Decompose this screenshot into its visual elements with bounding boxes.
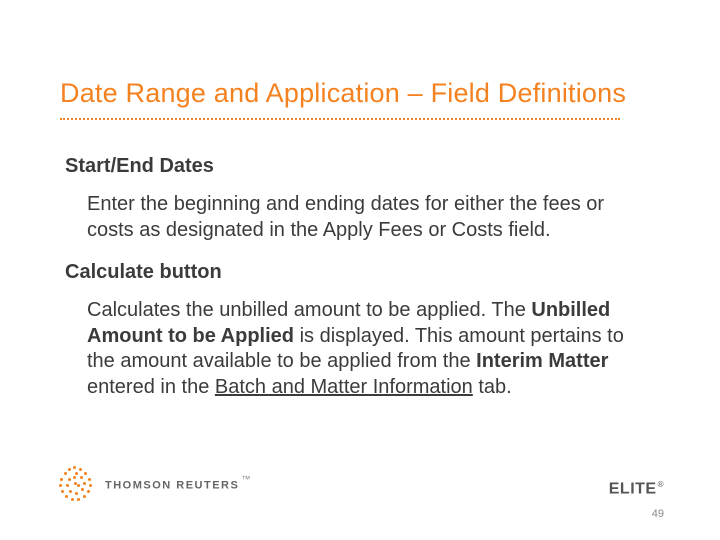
slide-body: Start/End Dates Enter the beginning and …	[65, 145, 635, 419]
thomson-reuters-swirl-icon	[55, 464, 95, 504]
trademark-symbol: ™	[241, 474, 250, 484]
title-underline	[60, 118, 620, 120]
text-fragment: Calculates the unbilled amount to be app…	[87, 299, 531, 321]
section-head-start-end: Start/End Dates	[65, 155, 635, 178]
registered-symbol: ®	[658, 480, 664, 489]
text-fragment: entered in the	[87, 376, 215, 398]
bold-interim-matter: Interim Matter	[476, 350, 608, 372]
slide-title: Date Range and Application – Field Defin…	[60, 78, 626, 109]
footer-logo-elite: ELITE®	[609, 480, 664, 498]
text-fragment: tab.	[473, 376, 512, 398]
section-para-start-end: Enter the beginning and ending dates for…	[87, 192, 635, 243]
footer-logo-thomson-reuters: THOMSON REUTERS™	[55, 464, 250, 504]
thomson-reuters-wordmark: THOMSON REUTERS™	[105, 474, 250, 493]
section-para-calculate: Calculates the unbilled amount to be app…	[87, 298, 635, 400]
slide: Date Range and Application – Field Defin…	[0, 0, 720, 540]
page-number: 49	[652, 508, 664, 520]
elite-wordmark: ELITE	[609, 480, 657, 497]
brand-text: THOMSON REUTERS	[105, 480, 239, 492]
underline-batch-matter-info: Batch and Matter Information	[215, 376, 473, 398]
section-head-calculate: Calculate button	[65, 261, 635, 284]
